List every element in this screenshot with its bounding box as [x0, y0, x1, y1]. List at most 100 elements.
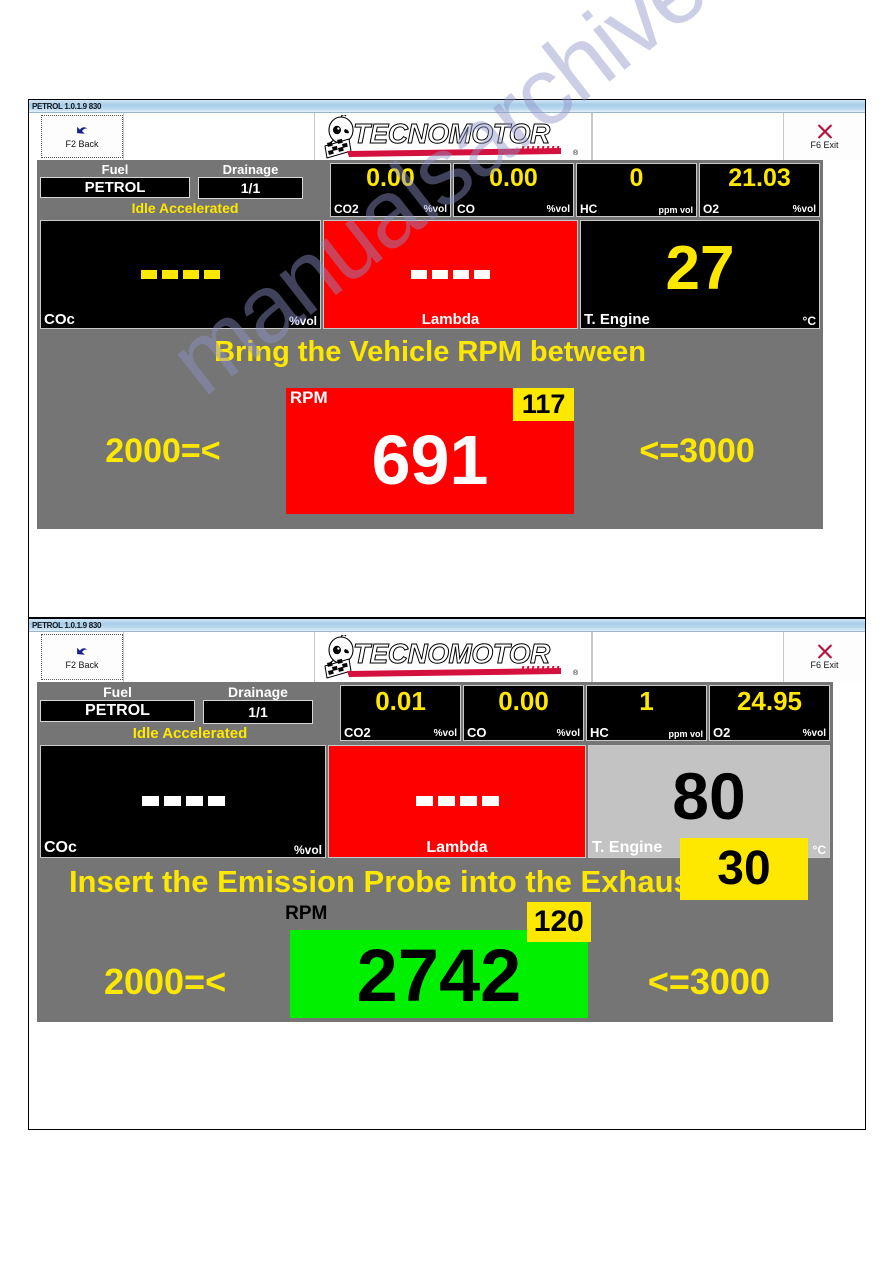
dash-1 — [411, 270, 427, 279]
lambda-name-2: Lambda — [426, 838, 488, 856]
fuel-field-2[interactable]: Fuel PETROL — [40, 685, 195, 724]
gas-value-co2-2: 0.01 — [375, 686, 426, 716]
gas-foot-co2-1: CO2 %vol — [331, 203, 450, 215]
rpm-lower-limit-1: 2000=< — [105, 432, 221, 471]
engine-temp-foot-1: T. Engine °C — [581, 312, 819, 328]
coc-dashes-1 — [141, 270, 220, 279]
f2-back-label-1: F2 Back — [65, 139, 99, 149]
tecnomotor-logo-svg: TECNOMOTOR ® — [324, 635, 579, 679]
rpm-gauge-2: RPM 2742 120 — [285, 901, 591, 1018]
engine-temp-name-1: T. Engine — [584, 311, 650, 329]
coc-name-2: COc — [44, 838, 77, 856]
gas-unit-co2-1: %vol — [423, 204, 447, 215]
lambda-foot-1: Lambda — [324, 312, 577, 328]
lambda-dashes-1 — [411, 270, 490, 279]
gas-cell-hc-1: 0 HC ppm vol — [576, 163, 697, 217]
engine-temp-unit-1: °C — [802, 314, 816, 329]
gas-foot-co2-2: CO2 %vol — [341, 726, 460, 739]
gas-value-o2-2: 24.95 — [736, 686, 803, 716]
lambda-foot-2: Lambda — [329, 838, 585, 857]
drainage-caption-1: Drainage — [222, 162, 279, 177]
dash-4 — [474, 270, 490, 279]
gas-value-hc-1: 0 — [629, 164, 644, 192]
fuel-drainage-row-1: Fuel PETROL Drainage 1/1 — [40, 163, 330, 199]
gas-value-co-2: 0.00 — [498, 686, 549, 716]
toolbar-gap-right-1 — [592, 113, 783, 160]
gas-name-hc-1: HC — [580, 202, 598, 216]
svg-text:®: ® — [573, 669, 579, 677]
toolbar-1: F2 Back TECNOMOTOR ® F6 Exit — [29, 113, 865, 160]
page-root: manualsarchive.com PETROL 1.0.1.9 830 F2… — [0, 0, 893, 1263]
f6-exit-label-1: F6 Exit — [810, 139, 839, 150]
coc-foot-1: COc %vol — [41, 312, 320, 328]
tecnomotor-logo-1: TECNOMOTOR ® — [314, 113, 592, 160]
gas-unit-o2-2: %vol — [802, 728, 826, 739]
gas-foot-co-1: CO %vol — [454, 203, 573, 215]
coc-unit-1: %vol — [288, 314, 317, 329]
gas-name-co-1: CO — [457, 202, 475, 216]
window-titlebar-2: PETROL 1.0.1.9 830 — [29, 619, 865, 632]
gas-unit-co-1: %vol — [546, 204, 570, 215]
engine-temp-value-2: 80 — [672, 759, 746, 834]
svg-text:TECNOMOTOR: TECNOMOTOR — [353, 638, 551, 669]
application-window-1: PETROL 1.0.1.9 830 F2 Back TECNOMOTOR ® … — [29, 100, 865, 529]
dash-3 — [185, 796, 203, 807]
dash-3 — [183, 270, 199, 279]
lambda-cell-1: Lambda — [323, 220, 578, 329]
mode-label-1: Idle Accelerated — [131, 199, 239, 216]
drainage-value-2: 1/1 — [203, 699, 313, 724]
rpm-label-1: RPM — [289, 388, 328, 408]
tecnomotor-logo-svg: TECNOMOTOR ® — [324, 114, 579, 159]
fuel-value-1: PETROL — [40, 176, 190, 198]
undo-arrow-icon — [73, 645, 91, 659]
drainage-field-1[interactable]: Drainage 1/1 — [198, 163, 303, 199]
close-x-icon — [816, 644, 834, 659]
coc-cell-1: COc %vol — [40, 220, 321, 329]
rpm-value-2: 2742 — [356, 933, 522, 1017]
f2-back-label-2: F2 Back — [65, 659, 99, 670]
engine-temp-unit-2: °C — [812, 843, 826, 858]
lambda-dashes-2 — [415, 796, 499, 807]
gas-foot-o2-2: O2 %vol — [710, 726, 829, 739]
gas-value-hc-2: 1 — [639, 686, 654, 716]
gas-cell-co-1: 0.00 CO %vol — [453, 163, 574, 217]
screenshot-frame-1: PETROL 1.0.1.9 830 F2 Back TECNOMOTOR ® … — [28, 99, 866, 618]
gas-unit-hc-2: ppm vol — [668, 729, 703, 739]
f2-back-button-1[interactable]: F2 Back — [41, 115, 123, 158]
fuel-drainage-block-1: Fuel PETROL Drainage 1/1 Idle Accelerate… — [40, 163, 330, 217]
f6-exit-button-2[interactable]: F6 Exit — [783, 632, 865, 682]
svg-text:TECNOMOTOR: TECNOMOTOR — [353, 118, 551, 149]
lambda-cell-2: Lambda — [328, 744, 586, 858]
fuel-field-1[interactable]: Fuel PETROL — [40, 163, 190, 199]
rpm-label-2: RPM — [285, 902, 328, 924]
drainage-field-2[interactable]: Drainage 1/1 — [203, 685, 313, 724]
close-x-icon — [816, 124, 834, 139]
dash-2 — [163, 796, 181, 807]
rpm-area-2: 2000=< RPM 2742 120 <=3000 30 — [40, 837, 830, 1018]
logo-trademark: ® — [573, 149, 579, 157]
gas-value-o2-1: 21.03 — [728, 164, 791, 192]
gas-foot-co-2: CO %vol — [464, 726, 583, 739]
rpm-row-1: 2000=< RPM 691 117 <=3000 — [40, 378, 820, 525]
gas-unit-hc-1: ppm vol — [658, 205, 693, 215]
rpm-lower-limit-2: 2000=< — [103, 960, 227, 1002]
gas-name-hc-2: HC — [590, 725, 609, 740]
window-title-1: PETROL 1.0.1.9 830 — [32, 101, 102, 111]
gas-cell-o2-1: 21.03 O2 %vol — [699, 163, 820, 217]
dash-3 — [453, 270, 469, 279]
readout-row-1: COc %vol Lambda 27 T. Engine °C — [40, 220, 820, 329]
tecnomotor-logo-2: TECNOMOTOR ® — [314, 632, 592, 682]
toolbar-gap-left-2 — [123, 632, 314, 682]
engine-temp-name-2: T. Engine — [592, 838, 663, 856]
toolbar-gap-right-2 — [592, 632, 783, 682]
coc-unit-2: %vol — [293, 843, 322, 858]
gas-cell-co2-1: 0.00 CO2 %vol — [330, 163, 451, 217]
rpm-value-1: 691 — [371, 421, 489, 500]
rpm-gauge-1: RPM 691 117 — [285, 388, 575, 515]
f6-exit-button-1[interactable]: F6 Exit — [783, 113, 865, 160]
fuel-caption-2: Fuel — [103, 684, 132, 700]
f2-back-button-2[interactable]: F2 Back — [41, 634, 123, 680]
instruction-message-1: Bring the Vehicle RPM between — [214, 336, 646, 368]
engine-temp-cell-1: 27 T. Engine °C — [580, 220, 820, 329]
coc-dashes-2 — [141, 796, 225, 807]
